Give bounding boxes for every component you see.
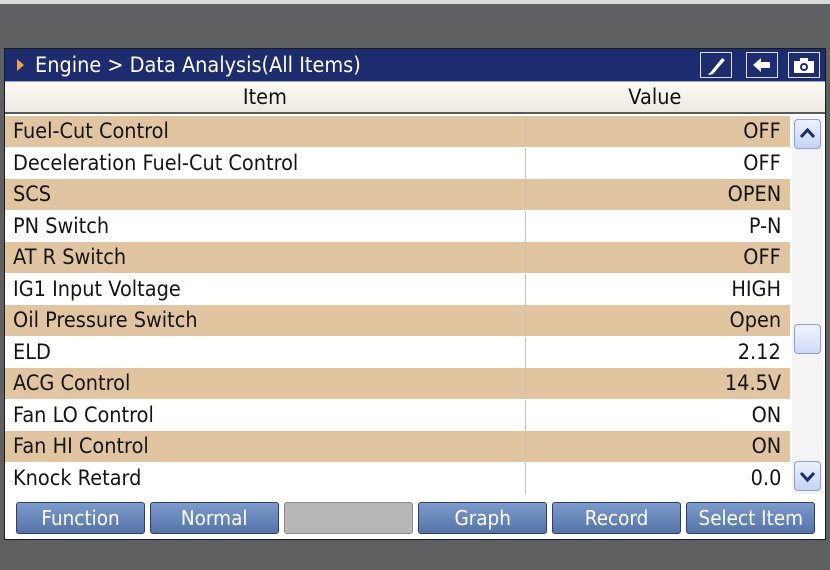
pen-button[interactable] [700, 52, 732, 78]
column-header-item: Item [242, 85, 287, 109]
row-item-name: Fuel-Cut Control [13, 119, 169, 143]
table-row[interactable]: PN Switch P-N [5, 210, 790, 242]
graph-button[interactable]: Graph [418, 502, 547, 534]
column-divider [525, 116, 526, 147]
scroll-down-button[interactable] [794, 461, 821, 491]
row-item-value: HIGH [731, 276, 781, 301]
title-bar: Engine > Data Analysis(All Items) [5, 49, 825, 82]
table-row[interactable]: Fuel-Cut Control OFF [5, 116, 790, 147]
row-item-value: OFF [743, 150, 781, 175]
function-button-label: Function [41, 506, 120, 530]
row-item-value: 2.12 [737, 339, 781, 364]
row-item-value: ON [751, 402, 781, 427]
row-item-value: OPEN [727, 182, 781, 206]
select-item-button-label: Select Item [698, 506, 803, 530]
column-divider [525, 368, 526, 399]
chevron-down-icon [799, 471, 816, 483]
graph-button-label: Graph [454, 506, 511, 530]
normal-button-label: Normal [181, 506, 248, 530]
row-item-value: 0.0 [750, 465, 781, 490]
breadcrumb-arrow-icon [17, 59, 24, 71]
row-item-value: P-N [748, 213, 781, 238]
column-divider [525, 399, 526, 431]
row-item-value: ON [751, 434, 781, 458]
column-divider [525, 273, 526, 305]
back-arrow-icon [753, 58, 770, 72]
column-divider [525, 431, 526, 462]
table-row[interactable]: ELD 2.12 [5, 336, 790, 368]
pen-icon [708, 58, 725, 75]
record-button[interactable]: Record [552, 502, 681, 534]
row-item-name: Knock Retard [13, 465, 142, 490]
row-item-name: AT R Switch [13, 245, 127, 269]
column-divider [525, 210, 526, 242]
row-item-name: Oil Pressure Switch [13, 308, 198, 332]
table-row[interactable]: Fan LO Control ON [5, 399, 790, 431]
table-row[interactable]: ACG Control 14.5V [5, 368, 790, 399]
row-item-name: ACG Control [13, 371, 131, 395]
table-row[interactable]: Knock Retard 0.0 [5, 462, 790, 494]
row-item-name: Deceleration Fuel-Cut Control [13, 150, 299, 175]
scrollbar[interactable] [792, 116, 823, 494]
normal-button[interactable]: Normal [150, 502, 279, 534]
function-button[interactable]: Function [16, 502, 145, 534]
row-item-value: OFF [743, 245, 781, 269]
column-divider [525, 336, 526, 368]
column-divider [525, 305, 526, 336]
breadcrumb: Engine > Data Analysis(All Items) [35, 53, 361, 77]
table-row[interactable]: IG1 Input Voltage HIGH [5, 273, 790, 305]
table-header: Item Value [5, 82, 825, 114]
blank-button [284, 502, 413, 534]
data-analysis-window: Engine > Data Analysis(All Items) Item V… [4, 48, 826, 540]
column-divider [525, 242, 526, 273]
data-list: Fuel-Cut Control OFF Deceleration Fuel-C… [5, 116, 790, 494]
select-item-button[interactable]: Select Item [686, 502, 815, 534]
table-row[interactable]: AT R Switch OFF [5, 242, 790, 273]
column-header-value: Value [628, 85, 682, 109]
column-divider [525, 462, 526, 494]
table-row[interactable]: Oil Pressure Switch Open [5, 305, 790, 336]
record-button-label: Record [584, 506, 649, 530]
row-item-name: Fan LO Control [13, 402, 154, 427]
scroll-thumb[interactable] [794, 324, 821, 354]
row-item-name: Fan HI Control [13, 434, 149, 458]
table-row[interactable]: SCS OPEN [5, 179, 790, 210]
chevron-up-icon [799, 127, 816, 139]
back-button[interactable] [746, 52, 778, 78]
camera-icon [794, 58, 814, 73]
screenshot-button[interactable] [788, 52, 820, 78]
row-item-value: OFF [743, 119, 781, 143]
row-item-value: Open [729, 308, 781, 332]
scroll-up-button[interactable] [794, 119, 821, 149]
table-row[interactable]: Deceleration Fuel-Cut Control OFF [5, 147, 790, 179]
column-divider [525, 179, 526, 210]
function-toolbar: Function Normal Graph Record Select Item [5, 496, 825, 539]
row-item-name: ELD [13, 339, 51, 364]
row-item-name: SCS [13, 182, 52, 206]
row-item-name: IG1 Input Voltage [13, 276, 181, 301]
table-row[interactable]: Fan HI Control ON [5, 431, 790, 462]
row-item-value: 14.5V [724, 371, 781, 395]
row-item-name: PN Switch [13, 213, 110, 238]
column-divider [525, 147, 526, 179]
top-divider [0, 0, 830, 4]
